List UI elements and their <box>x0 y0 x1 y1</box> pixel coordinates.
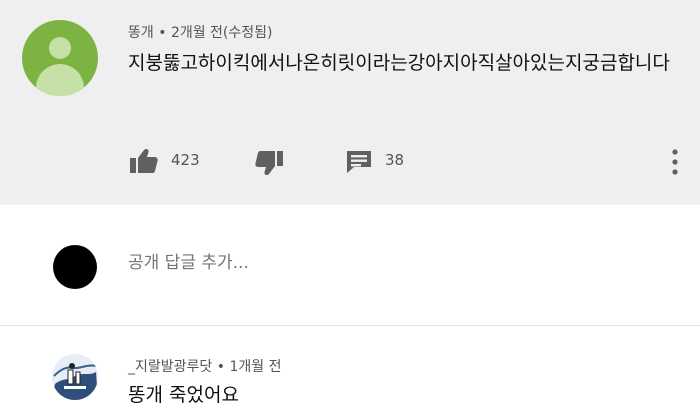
comment-text: 지붕뚫고하이킥에서나온히릿이라는강아지아직살아있는지궁금합니다 <box>128 52 670 74</box>
author-avatar[interactable] <box>22 20 98 96</box>
current-user-avatar <box>53 245 97 289</box>
reply-author[interactable]: _지랄발광루닷 <box>128 359 212 375</box>
reply-author-avatar[interactable] <box>52 354 98 400</box>
thumbs-up-icon[interactable] <box>130 148 158 174</box>
comment-meta: 똥개 • 2개월 전(수정됨) <box>128 22 273 42</box>
reply-icon[interactable] <box>346 150 372 174</box>
meta-separator: • <box>158 25 167 41</box>
comment-author[interactable]: 똥개 <box>128 25 154 41</box>
reply-time: 1개월 전 <box>229 359 282 375</box>
reply-count: 38 <box>385 151 405 169</box>
comment-thread-main: 똥개 • 2개월 전(수정됨) 지붕뚫고하이킥에서나온히릿이라는강아지아직살아있… <box>0 0 700 205</box>
comment-time: 2개월 전(수정됨) <box>170 25 273 41</box>
reply-input[interactable] <box>128 253 648 273</box>
reply-text: 똥개 죽었어요 <box>128 384 239 406</box>
thumbs-down-icon[interactable] <box>255 150 283 176</box>
comment-actions: 423 38 <box>0 148 700 176</box>
meta-separator: • <box>216 359 225 375</box>
like-count: 423 <box>171 151 200 169</box>
reply-comment: _지랄발광루닷 • 1개월 전 똥개 죽었어요 <box>0 326 700 420</box>
avatar-head-shape <box>49 37 71 59</box>
reply-meta: _지랄발광루닷 • 1개월 전 <box>128 356 281 376</box>
more-vertical-icon[interactable] <box>670 148 680 176</box>
add-reply-row <box>0 205 700 326</box>
avatar-body-shape <box>36 64 84 96</box>
